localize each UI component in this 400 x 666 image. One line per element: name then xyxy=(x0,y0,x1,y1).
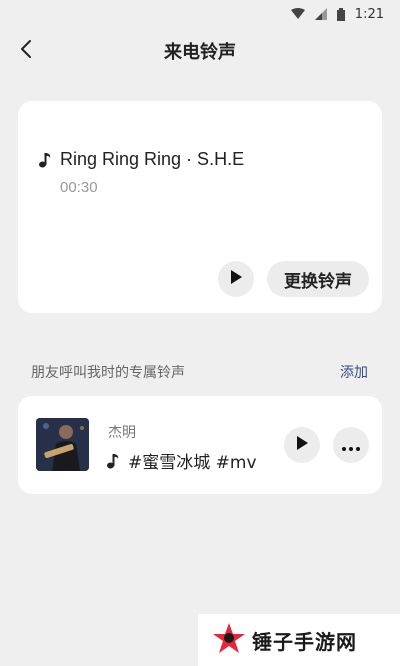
friends-section-label: 朋友呼叫我时的专属铃声 xyxy=(31,365,185,381)
play-icon xyxy=(229,269,243,289)
signal-icon xyxy=(314,8,327,20)
wifi-icon xyxy=(290,8,305,20)
more-horizontal-icon xyxy=(342,436,360,455)
page-title: 来电铃声 xyxy=(164,42,236,63)
current-song-duration: 00:30 xyxy=(60,179,98,196)
music-note-icon xyxy=(38,152,52,168)
change-ringtone-button[interactable]: 更换铃声 xyxy=(267,261,369,297)
friend-song-title: #蜜雪冰城 #mv xyxy=(128,453,257,473)
chevron-left-icon xyxy=(20,39,32,63)
add-button[interactable]: 添加 xyxy=(340,362,368,382)
star-logo-icon xyxy=(212,621,246,659)
watermark: 锤子手游网 xyxy=(198,614,400,666)
music-note-icon xyxy=(106,453,120,469)
back-button[interactable] xyxy=(12,36,40,66)
battery-icon xyxy=(336,7,345,21)
watermark-text: 锤子手游网 xyxy=(252,629,357,654)
friend-song-row: #蜜雪冰城 #mv xyxy=(106,448,257,473)
current-ringtone-card: Ring Ring Ring · S.H.E 00:30 更换铃声 xyxy=(18,101,382,313)
friend-name: 杰明 xyxy=(108,425,136,441)
header: 来电铃声 xyxy=(0,32,400,70)
avatar xyxy=(36,418,89,471)
friend-ringtone-card[interactable]: 杰明 #蜜雪冰城 #mv xyxy=(18,396,382,494)
status-bar: 1:21 xyxy=(0,0,400,28)
play-icon xyxy=(295,435,309,455)
current-song-row: Ring Ring Ring · S.H.E xyxy=(38,149,244,170)
current-song-title: Ring Ring Ring · S.H.E xyxy=(60,149,245,169)
status-time: 1:21 xyxy=(354,6,384,22)
more-options-button[interactable] xyxy=(333,427,369,463)
friend-play-button[interactable] xyxy=(284,427,320,463)
preview-play-button[interactable] xyxy=(218,261,254,297)
